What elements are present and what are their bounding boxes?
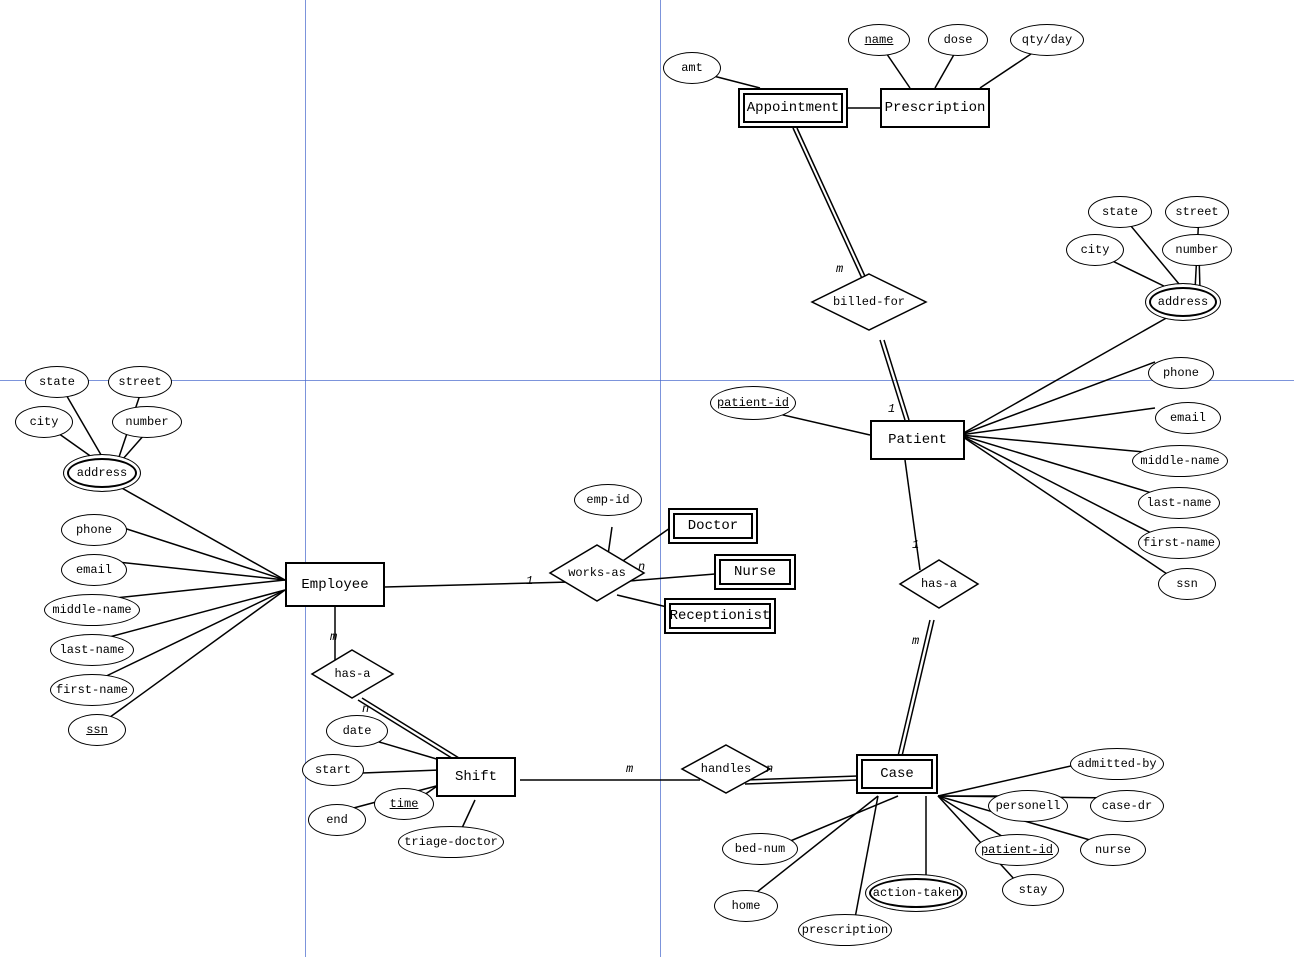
hasa-emp-m-label: m	[330, 630, 337, 644]
shift-time-attribute: time	[374, 788, 434, 820]
pat-city-attribute: city	[1066, 234, 1124, 266]
case-patientid-attribute: patient-id	[975, 834, 1059, 866]
works-as-n-label: n	[638, 560, 645, 574]
pat-ssn-attribute: ssn	[1158, 568, 1216, 600]
pat-number-attribute: number	[1162, 234, 1232, 266]
pat-state-attribute: state	[1088, 196, 1152, 228]
has-a-patient-relationship: has-a	[898, 558, 980, 610]
er-diagram-canvas: Appointment Prescription Patient Employe…	[0, 0, 1294, 957]
emp-state-attribute: state	[25, 366, 89, 398]
emp-phone-attribute: phone	[61, 514, 127, 546]
emp-address-attribute: address	[63, 454, 141, 492]
case-stay-attribute: stay	[1002, 874, 1064, 906]
handles-relationship: handles	[680, 743, 772, 795]
case-nurse-attribute: nurse	[1080, 834, 1146, 866]
case-personell-attribute: personell	[988, 790, 1068, 822]
shift-end-attribute: end	[308, 804, 366, 836]
emp-street-attribute: street	[108, 366, 172, 398]
shift-entity: Shift	[436, 757, 516, 797]
pat-email-attribute: email	[1155, 402, 1221, 434]
grid-line-vertical-1	[305, 0, 306, 957]
emp-city-attribute: city	[15, 406, 73, 438]
billed-for-relationship: billed-for	[810, 272, 928, 332]
emp-number-attribute: number	[112, 406, 182, 438]
emp-lastname-attribute: last-name	[50, 634, 134, 666]
has-a-employee-relationship: has-a	[310, 648, 395, 700]
case-bednum-attribute: bed-num	[722, 833, 798, 865]
receptionist-entity: Receptionist	[664, 598, 776, 634]
employee-entity: Employee	[285, 562, 385, 607]
case-casedr-attribute: case-dr	[1090, 790, 1164, 822]
pat-phone-attribute: phone	[1148, 357, 1214, 389]
patient-entity: Patient	[870, 420, 965, 460]
hasa-pat-m-label: m	[912, 634, 919, 648]
grid-line-horizontal	[0, 380, 1294, 381]
emp-email-attribute: email	[61, 554, 127, 586]
handles-n-label: n	[766, 762, 773, 776]
hasa-pat-1-label: 1	[912, 538, 919, 552]
hasa-emp-n-label: n	[362, 702, 369, 716]
shift-start-attribute: start	[302, 754, 364, 786]
prescription-entity: Prescription	[880, 88, 990, 128]
amt-attribute: amt	[663, 52, 721, 84]
pat-address-attribute: address	[1145, 283, 1221, 321]
case-actiontaken-attribute: action-taken	[865, 874, 967, 912]
grid-line-vertical-2	[660, 0, 661, 957]
pat-firstname-attribute: first-name	[1138, 527, 1220, 559]
case-admittedby-attribute: admitted-by	[1070, 748, 1164, 780]
presc-qty-attribute: qty/day	[1010, 24, 1084, 56]
presc-dose-attribute: dose	[928, 24, 988, 56]
case-prescription-attribute: prescription	[798, 914, 892, 946]
billed-for-1-label: 1	[888, 402, 895, 416]
shift-triage-attribute: triage-doctor	[398, 826, 504, 858]
pat-middlename-attribute: middle-name	[1132, 445, 1228, 477]
emp-id-attribute: emp-id	[574, 484, 642, 516]
pat-lastname-attribute: last-name	[1138, 487, 1220, 519]
pat-street-attribute: street	[1165, 196, 1229, 228]
handles-m-label: m	[626, 762, 633, 776]
patient-id-attribute: patient-id	[710, 386, 796, 420]
works-as-1-label: 1	[526, 574, 533, 588]
emp-middlename-attribute: middle-name	[44, 594, 140, 626]
billed-for-m-label: m	[836, 262, 843, 276]
shift-date-attribute: date	[326, 715, 388, 747]
appointment-entity: Appointment	[738, 88, 848, 128]
works-as-relationship: works-as	[548, 543, 646, 603]
emp-ssn-attribute: ssn	[68, 714, 126, 746]
case-entity: Case	[856, 754, 938, 794]
emp-firstname-attribute: first-name	[50, 674, 134, 706]
nurse-entity: Nurse	[714, 554, 796, 590]
doctor-entity: Doctor	[668, 508, 758, 544]
presc-name-attribute: name	[848, 24, 910, 56]
case-home-attribute: home	[714, 890, 778, 922]
